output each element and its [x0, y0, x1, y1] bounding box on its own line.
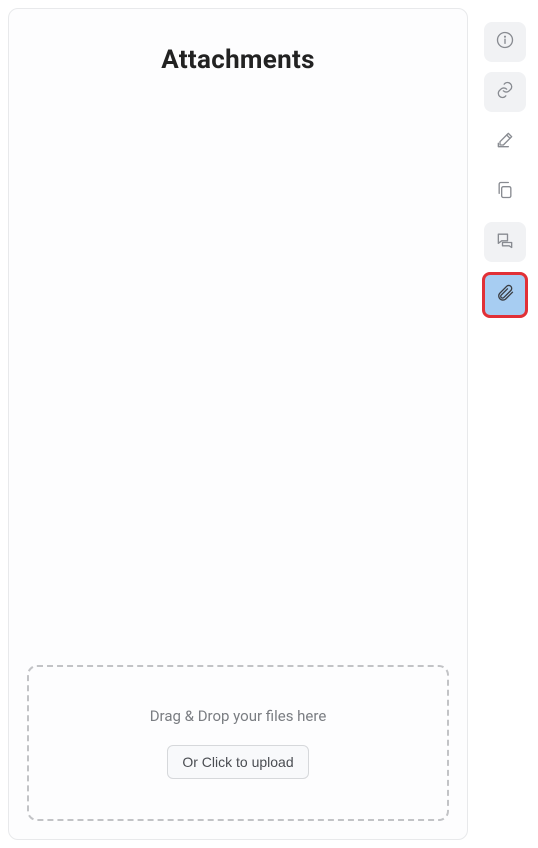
upload-button[interactable]: Or Click to upload — [167, 745, 308, 779]
rail-copy[interactable] — [484, 172, 526, 212]
edit-icon — [495, 130, 515, 154]
paperclip-icon — [495, 283, 515, 307]
comments-icon — [495, 230, 515, 254]
rail-comments[interactable] — [484, 222, 526, 262]
copy-icon — [495, 180, 515, 204]
rail-info[interactable] — [484, 22, 526, 62]
rail-link[interactable] — [484, 72, 526, 112]
rail-edit[interactable] — [484, 122, 526, 162]
empty-area — [27, 85, 449, 665]
page-title: Attachments — [27, 45, 449, 75]
link-icon — [495, 80, 515, 104]
info-icon — [495, 30, 515, 54]
file-dropzone[interactable]: Drag & Drop your files here Or Click to … — [27, 665, 449, 821]
side-rail — [480, 8, 530, 840]
rail-attachments[interactable] — [482, 272, 528, 318]
attachments-panel: Attachments Drag & Drop your files here … — [8, 8, 468, 840]
dropzone-hint: Drag & Drop your files here — [150, 707, 327, 725]
